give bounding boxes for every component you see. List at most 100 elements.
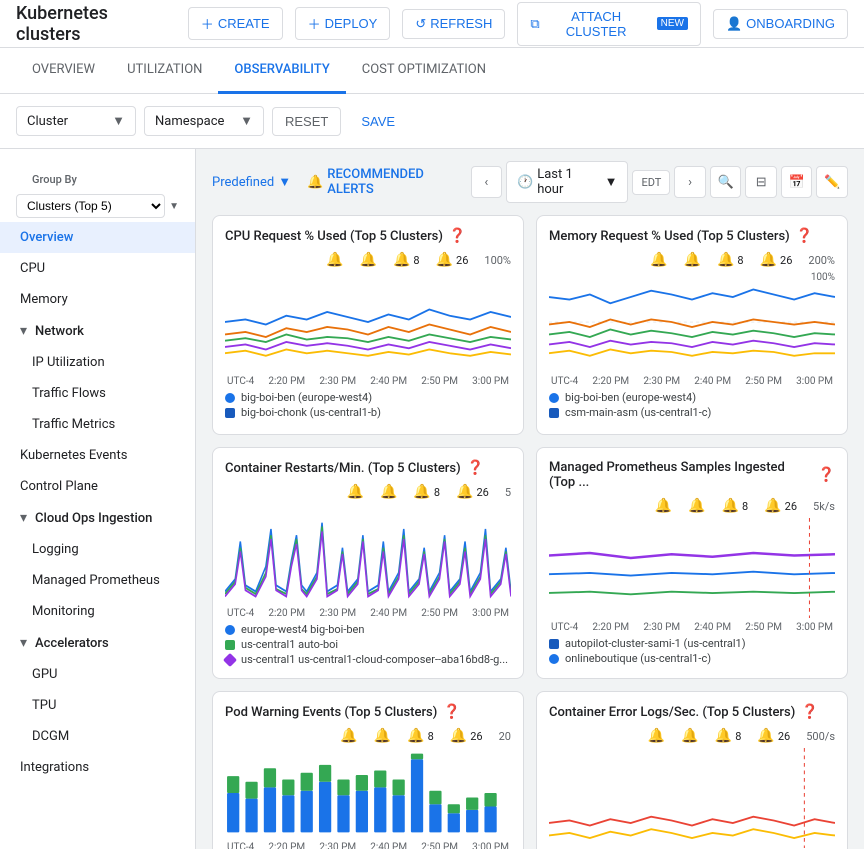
sidebar-item-traffic-metrics[interactable]: Traffic Metrics (0, 409, 195, 440)
tab-cost-optimization[interactable]: COST OPTIMIZATION (346, 48, 502, 94)
legend-item: csm-main-asm (us-central1-c) (549, 406, 835, 419)
sidebar-item-gpu[interactable]: GPU (0, 659, 195, 690)
main-layout: Group By Clusters (Top 5) Namespaces (To… (0, 149, 864, 849)
cpu-chart-title: CPU Request % Used (Top 5 Clusters) ❓ (225, 228, 511, 244)
timezone-badge[interactable]: EDT (632, 170, 670, 195)
time-controls: ‹ 🕐 Last 1 hour ▼ EDT › 🔍 ⊟ 📅 ✏️ (471, 161, 848, 203)
sidebar-item-managed-prometheus[interactable]: Managed Prometheus (0, 565, 195, 596)
edit-button[interactable]: ✏️ (816, 166, 848, 198)
sidebar: Group By Clusters (Top 5) Namespaces (To… (0, 149, 196, 849)
search-button[interactable]: 🔍 (710, 166, 742, 198)
help-icon[interactable]: ❓ (449, 228, 466, 244)
filter-bar: Cluster ▼ Namespace ▼ RESET SAVE (0, 94, 864, 149)
bell-icon: 🔔 (650, 252, 667, 268)
sidebar-item-integrations[interactable]: Integrations (0, 752, 195, 783)
cluster-select[interactable]: Cluster ▼ (16, 106, 136, 136)
expand-icon: ▾ (20, 323, 27, 339)
bell-icon: 🔔 (655, 498, 672, 514)
prometheus-legend: autopilot-cluster-sami-1 (us-central1) o… (549, 637, 835, 665)
prev-time-button[interactable]: ‹ (471, 166, 503, 198)
alert-count-8: 🔔8 (722, 498, 749, 514)
alert-bell-2: 🔔 (684, 252, 701, 268)
legend-item: autopilot-cluster-sami-1 (us-central1) (549, 637, 835, 650)
legend-color (549, 639, 559, 649)
pod-chart-area (225, 748, 511, 838)
memory-chart-card: Memory Request % Used (Top 5 Clusters) ❓… (536, 215, 848, 435)
help-icon[interactable]: ❓ (443, 704, 460, 720)
help-icon[interactable]: ❓ (796, 228, 813, 244)
tab-utilization[interactable]: UTILIZATION (111, 48, 218, 94)
cpu-x-axis: UTC-42:20 PM2:30 PM2:40 PM2:50 PM3:00 PM (225, 376, 511, 387)
next-time-button[interactable]: › (674, 166, 706, 198)
tab-observability[interactable]: OBSERVABILITY (218, 48, 345, 94)
alert-count-8: 🔔8 (393, 252, 420, 268)
sidebar-item-traffic-flows[interactable]: Traffic Flows (0, 378, 195, 409)
sidebar-item-ip-utilization[interactable]: IP Utilization (0, 347, 195, 378)
alert-count-8: 🔔8 (717, 252, 744, 268)
legend-item: onlineboutique (us-central1-c) (549, 652, 835, 665)
deploy-icon: ＋ (308, 14, 321, 33)
bell-icon: 🔔 (688, 498, 705, 514)
managed-prometheus-chart-card: Managed Prometheus Samples Ingested (Top… (536, 447, 848, 679)
sidebar-section-cloud-ops[interactable]: ▾Cloud Ops Ingestion (0, 502, 195, 534)
refresh-button[interactable]: ↺ REFRESH (402, 9, 505, 39)
sidebar-item-memory[interactable]: Memory (0, 284, 195, 315)
new-badge: NEW (657, 17, 688, 30)
tab-bar: OVERVIEW UTILIZATION OBSERVABILITY COST … (0, 48, 864, 94)
help-icon[interactable]: ❓ (467, 460, 484, 476)
sidebar-section-network[interactable]: ▾Network (0, 315, 195, 347)
sidebar-item-cpu[interactable]: CPU (0, 253, 195, 284)
top-header: Kubernetes clusters ＋ CREATE ＋ DEPLOY ↺ … (0, 0, 864, 48)
bell-icon: 🔔 (360, 252, 377, 268)
legend-color (223, 652, 237, 666)
onboarding-button[interactable]: 👤 ONBOARDING (713, 9, 848, 39)
onboarding-icon: 👤 (726, 16, 742, 32)
legend-item: us-central1 auto-boi (225, 638, 511, 651)
attach-cluster-button[interactable]: ⧉ ATTACH CLUSTER NEW (517, 2, 701, 46)
error-logs-alert-row: 🔔 🔔 🔔8 🔔26 500/s (549, 728, 835, 744)
legend-color (225, 408, 235, 418)
sidebar-item-monitoring[interactable]: Monitoring (0, 596, 195, 627)
restarts-alert-row: 🔔 🔔 🔔8 🔔26 5 (225, 484, 511, 500)
calendar-button[interactable]: 📅 (781, 166, 813, 198)
cpu-chart-area (225, 272, 511, 372)
tab-overview[interactable]: OVERVIEW (16, 48, 111, 94)
help-icon[interactable]: ❓ (818, 467, 835, 483)
alert-bell-2: 🔔 (360, 252, 377, 268)
y-max-label: 500/s (806, 730, 835, 743)
alert-count-26: 🔔26 (764, 498, 797, 514)
deploy-button[interactable]: ＋ DEPLOY (295, 7, 391, 40)
bell-icon: 🔔 (393, 252, 410, 268)
create-button[interactable]: ＋ CREATE (188, 7, 283, 40)
recommended-alerts-btn[interactable]: 🔔 RECOMMENDED ALERTS (307, 167, 470, 197)
filter-settings-button[interactable]: ⊟ (745, 166, 777, 198)
attach-icon: ⧉ (530, 16, 539, 32)
sidebar-item-kubernetes-events[interactable]: Kubernetes Events (0, 440, 195, 471)
group-by-select[interactable]: Clusters (Top 5) Namespaces (Top 5) Node… (16, 194, 165, 218)
save-button[interactable]: SAVE (349, 108, 407, 135)
y-max-label: 5 (505, 486, 511, 499)
prometheus-x-axis: UTC-42:20 PM2:30 PM2:40 PM2:50 PM3:00 PM (549, 622, 835, 633)
reset-button[interactable]: RESET (272, 107, 341, 136)
legend-color (225, 393, 235, 403)
alert-count-8: 🔔8 (413, 484, 440, 500)
sidebar-item-control-plane[interactable]: Control Plane (0, 471, 195, 502)
predefined-select[interactable]: Predefined ▼ (212, 174, 291, 190)
help-icon[interactable]: ❓ (801, 704, 818, 720)
sidebar-item-logging[interactable]: Logging (0, 534, 195, 565)
sidebar-item-tpu[interactable]: TPU (0, 690, 195, 721)
legend-item: big-boi-chonk (us-central1-b) (225, 406, 511, 419)
sidebar-section-accelerators[interactable]: ▾Accelerators (0, 627, 195, 659)
sidebar-item-overview[interactable]: Overview (0, 222, 195, 253)
pod-alert-row: 🔔 🔔 🔔8 🔔26 20 (225, 728, 511, 744)
bell-icon: 🔔 (326, 252, 343, 268)
alert-bell-1: 🔔 (347, 484, 364, 500)
sidebar-item-dcgm[interactable]: DCGM (0, 721, 195, 752)
prometheus-chart-title: Managed Prometheus Samples Ingested (Top… (549, 460, 835, 490)
time-range-selector[interactable]: 🕐 Last 1 hour ▼ (506, 161, 628, 203)
bell-icon: 🔔 (684, 252, 701, 268)
bell-icon: 🔔 (340, 728, 357, 744)
memory-x-axis: UTC-42:20 PM2:30 PM2:40 PM2:50 PM3:00 PM (549, 376, 835, 387)
namespace-select[interactable]: Namespace ▼ (144, 106, 264, 136)
memory-legend: big-boi-ben (europe-west4) csm-main-asm … (549, 391, 835, 419)
